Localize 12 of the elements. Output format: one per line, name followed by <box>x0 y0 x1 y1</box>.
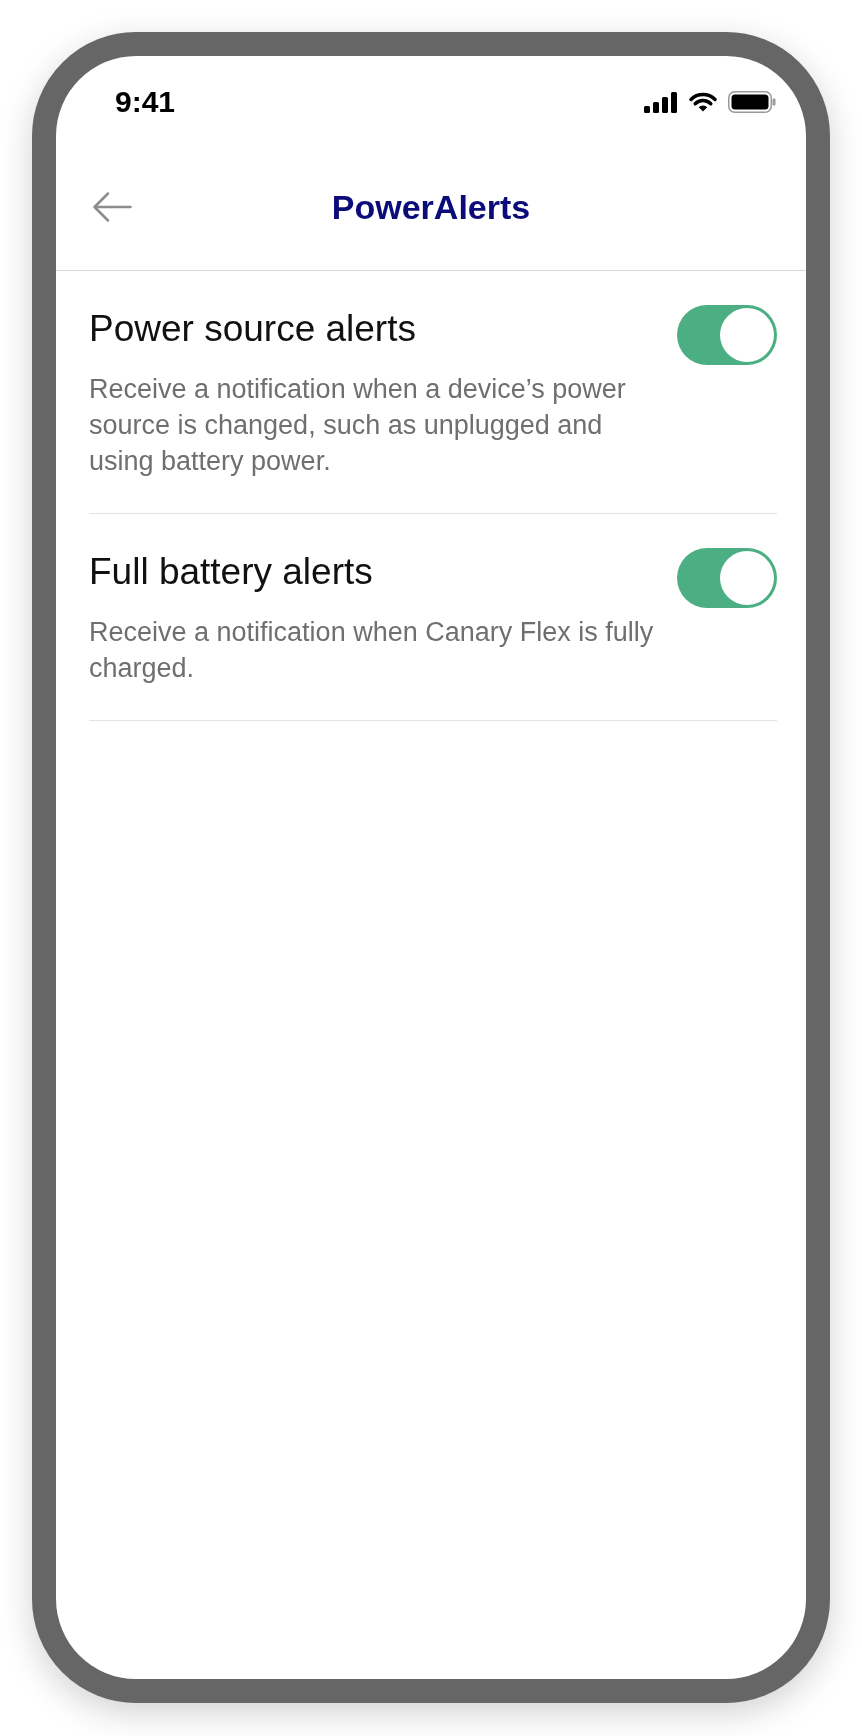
battery-icon <box>728 91 776 113</box>
signal-icon <box>644 91 678 113</box>
back-arrow-icon[interactable] <box>92 191 132 223</box>
setting-description: Receive a notification when a device’s power source is changed, such as unplugged and using battery power. <box>89 373 627 478</box>
setting-title: Full battery alerts <box>89 550 373 594</box>
setting-title: Power source alerts <box>89 307 416 351</box>
toggle-switch[interactable] <box>677 548 777 608</box>
setting-description: Receive a notification when Canary Flex is fully charged. <box>89 616 655 685</box>
wifi-icon <box>688 91 718 113</box>
toggle-switch[interactable] <box>677 305 777 365</box>
status-time: 9:41 <box>115 86 176 118</box>
page-title: PowerAlerts <box>331 187 531 227</box>
